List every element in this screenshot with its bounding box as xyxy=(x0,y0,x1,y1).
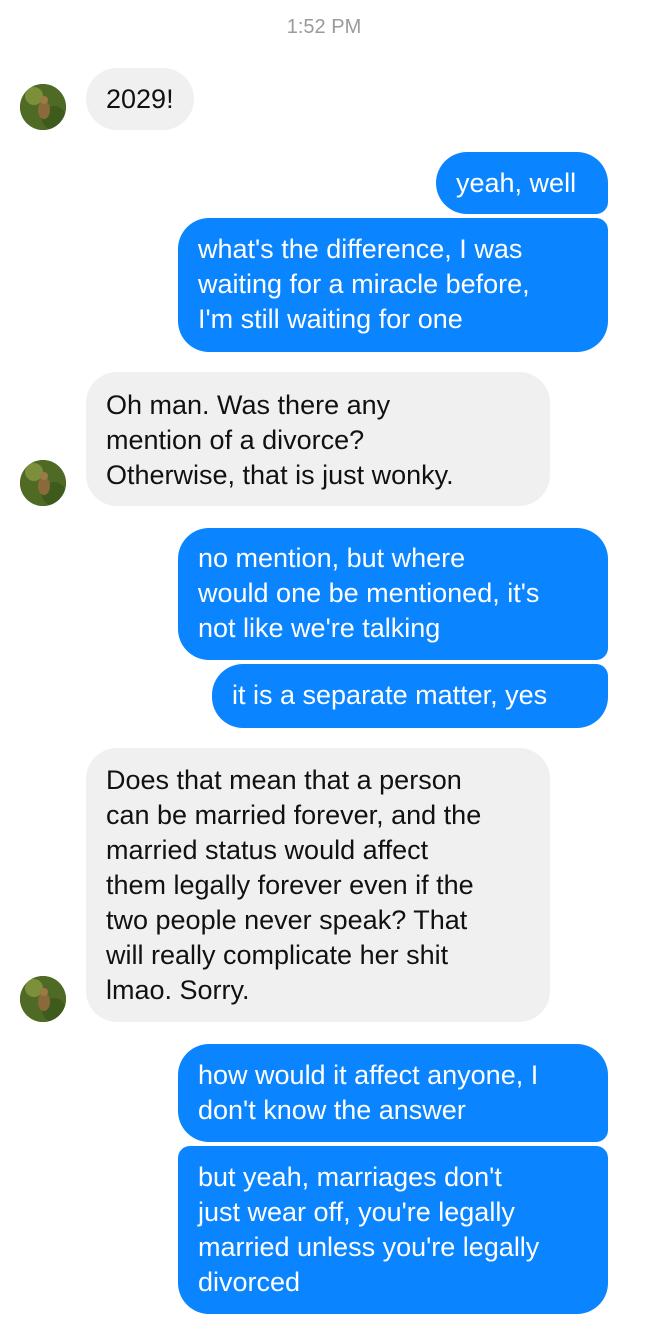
message-line: but yeah, marriages don't xyxy=(198,1162,502,1192)
message-bubble-incoming[interactable]: 2029! xyxy=(86,68,194,130)
message-line: Oh man. Was there any xyxy=(106,390,391,420)
message-bubble-incoming[interactable]: Oh man. Was there any mention of a divor… xyxy=(86,372,550,506)
message-line: waiting for a miracle before, xyxy=(198,269,530,299)
message-line: can be married forever, and the xyxy=(106,800,482,830)
message-bubble-outgoing[interactable]: but yeah, marriages don't just wear off,… xyxy=(178,1146,608,1314)
message-line: what's the difference, I was xyxy=(198,234,523,264)
message-line: two people never speak? That xyxy=(106,905,468,935)
message-line: would one be mentioned, it's xyxy=(198,578,540,608)
message-bubble-outgoing[interactable]: no mention, but where would one be menti… xyxy=(178,528,608,660)
message-line: I'm still waiting for one xyxy=(198,304,463,334)
message-line: married status would affect xyxy=(106,835,429,865)
chat-timestamp: 1:52 PM xyxy=(286,16,362,38)
contact-avatar-icon[interactable] xyxy=(20,84,66,130)
message-line: will really complicate her shit xyxy=(106,940,449,970)
message-line: how would it affect anyone, I xyxy=(198,1060,539,1090)
message-line: don't know the answer xyxy=(198,1095,466,1125)
message-bubble-outgoing[interactable]: what's the difference, I was waiting for… xyxy=(178,218,608,352)
message-bubble-incoming[interactable]: Does that mean that a person can be marr… xyxy=(86,748,550,1022)
message-bubble-outgoing[interactable]: how would it affect anyone, I don't know… xyxy=(178,1044,608,1142)
message-line: them legally forever even if the xyxy=(106,870,474,900)
message-line: just wear off, you're legally xyxy=(198,1197,515,1227)
message-line: no mention, but where xyxy=(198,543,466,573)
message-line: it is a separate matter, yes xyxy=(232,680,548,710)
message-bubble-outgoing[interactable]: it is a separate matter, yes xyxy=(212,664,608,728)
message-line: not like we're talking xyxy=(198,613,441,643)
message-line: mention of a divorce? xyxy=(106,425,365,455)
message-line: Does that mean that a person xyxy=(106,765,462,795)
message-line: yeah, well xyxy=(456,168,577,198)
message-line: Otherwise, that is just wonky. xyxy=(106,460,454,490)
message-line: lmao. Sorry. xyxy=(106,975,250,1005)
contact-avatar-icon[interactable] xyxy=(20,460,66,506)
message-line: married unless you're legally xyxy=(198,1232,540,1262)
message-line: divorced xyxy=(198,1267,301,1297)
message-line: 2029! xyxy=(106,84,174,114)
contact-avatar-icon[interactable] xyxy=(20,976,66,1022)
message-bubble-outgoing[interactable]: yeah, well xyxy=(436,152,608,214)
